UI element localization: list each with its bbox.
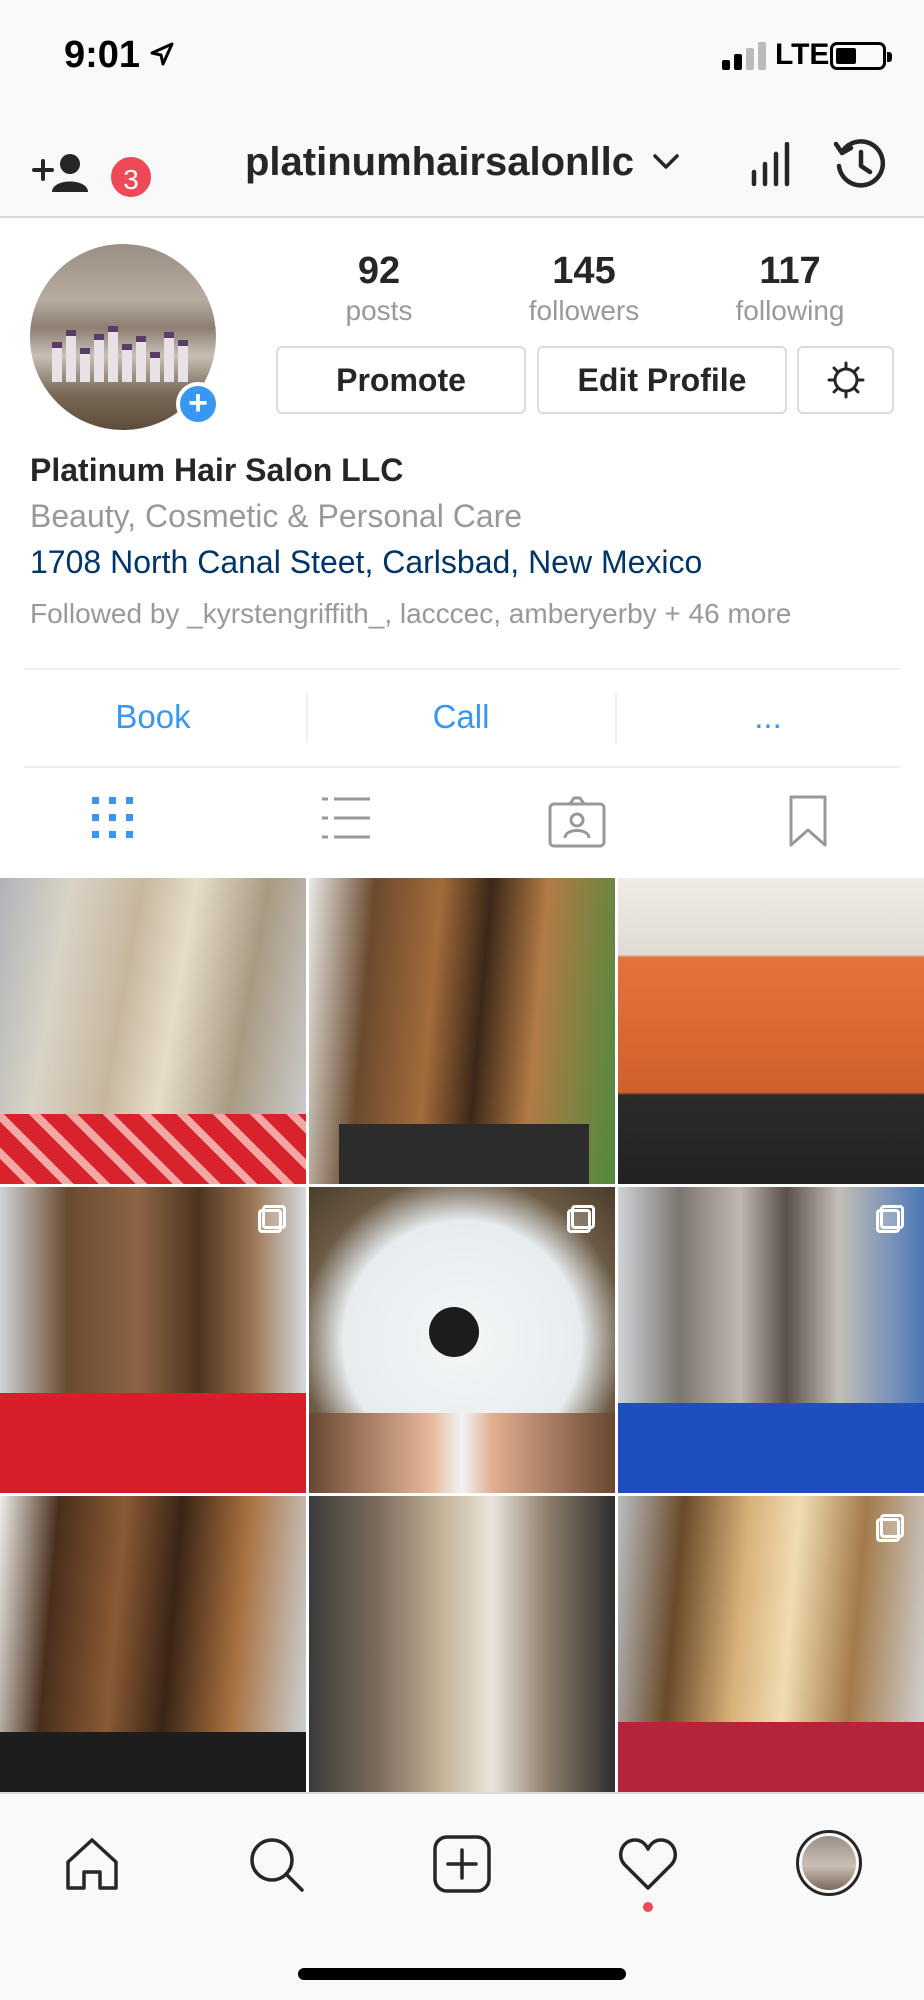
chevron-down-icon[interactable] (652, 152, 680, 172)
gear-icon (827, 361, 864, 399)
stat-posts-value: 92 (357, 250, 401, 292)
grid-view-icon[interactable] (90, 795, 136, 841)
stat-following-label: following (735, 295, 845, 326)
list-view-icon[interactable] (320, 795, 372, 841)
more-actions-button[interactable]: ... (628, 698, 908, 736)
status-time: 9:01 (64, 34, 141, 76)
post-thumbnail[interactable] (0, 1496, 306, 1802)
battery-icon (830, 42, 892, 70)
status-bar: 9:01 LTE (0, 0, 924, 112)
location-arrow-icon (150, 42, 174, 66)
discover-people-button[interactable]: 3 (30, 140, 154, 200)
post-thumbnail[interactable] (309, 1187, 615, 1493)
tagged-photos-icon[interactable] (548, 796, 606, 848)
post-thumbnail[interactable] (309, 1496, 615, 1802)
divider (24, 668, 900, 670)
add-person-icon (32, 154, 88, 192)
profile-display-name: Platinum Hair Salon LLC (30, 452, 404, 488)
multiple-photos-icon (876, 1205, 906, 1235)
multiple-photos-icon (876, 1514, 906, 1544)
profile-category: Beauty, Cosmetic & Personal Care (30, 498, 523, 534)
book-button[interactable]: Book (13, 698, 293, 736)
search-icon[interactable] (246, 1834, 306, 1894)
stat-posts[interactable]: 92 posts (289, 250, 469, 327)
profile-header: 3 platinumhairsalonllc (0, 112, 924, 218)
add-story-button[interactable]: + (176, 382, 220, 426)
post-thumbnail[interactable] (0, 878, 306, 1184)
settings-button[interactable] (797, 346, 894, 414)
multiple-photos-icon (567, 1205, 597, 1235)
post-thumbnail[interactable] (618, 878, 924, 1184)
post-thumbnail[interactable] (618, 1496, 924, 1802)
account-switcher-username[interactable]: platinumhairsalonllc (245, 140, 634, 185)
avatar-product-photo (52, 324, 192, 382)
insights-icon[interactable] (748, 142, 794, 188)
posts-grid (0, 878, 924, 1802)
network-type: LTE (775, 38, 830, 71)
stat-following-value: 117 (759, 250, 821, 292)
stat-following[interactable]: 117 following (700, 250, 880, 327)
home-icon[interactable] (62, 1834, 122, 1894)
post-thumbnail[interactable] (309, 878, 615, 1184)
stat-followers-value: 145 (552, 250, 616, 292)
followed-by-text[interactable]: Followed by _kyrstengriffith_, lacccec, … (30, 598, 791, 630)
archive-history-icon[interactable] (832, 136, 888, 192)
activity-notification-dot (643, 1902, 653, 1912)
post-thumbnail[interactable] (0, 1187, 306, 1493)
instagram-profile-screen: 9:01 LTE 3 platinumhairsalonllc + 92 pos… (0, 0, 924, 2000)
profile-address-link[interactable]: 1708 North Canal Steet, Carlsbad, New Me… (30, 544, 702, 581)
home-indicator (298, 1968, 626, 1980)
stat-followers-label: followers (528, 295, 640, 326)
profile-tab-avatar[interactable] (796, 1830, 862, 1896)
stat-posts-label: posts (345, 295, 413, 326)
saved-bookmark-icon[interactable] (788, 794, 828, 848)
stat-followers[interactable]: 145 followers (494, 250, 674, 327)
new-post-icon[interactable] (432, 1834, 492, 1894)
notification-badge: 3 (108, 154, 154, 200)
call-button[interactable]: Call (321, 698, 601, 736)
divider (306, 693, 308, 743)
divider (615, 693, 617, 743)
activity-heart-icon[interactable] (618, 1836, 678, 1892)
multiple-photos-icon (258, 1205, 288, 1235)
edit-profile-button[interactable]: Edit Profile (537, 346, 787, 414)
divider (24, 766, 900, 768)
signal-strength-icon (722, 40, 768, 70)
post-thumbnail[interactable] (618, 1187, 924, 1493)
promote-button[interactable]: Promote (276, 346, 526, 414)
